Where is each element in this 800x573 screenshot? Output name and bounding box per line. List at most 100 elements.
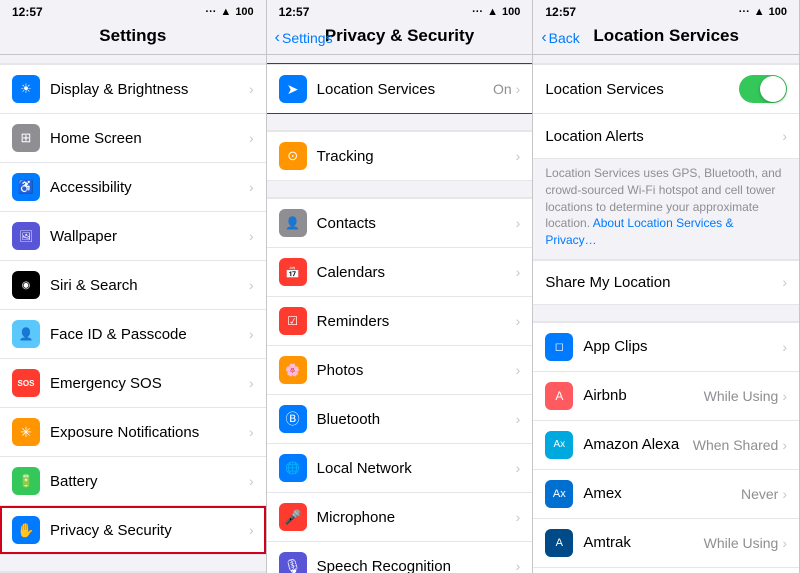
app-clips-label: App Clips bbox=[583, 338, 778, 355]
bluetooth-item[interactable]: Ⓑ Bluetooth › bbox=[267, 395, 533, 444]
settings-section-1: ☀ Display & Brightness › ⊞ Home Screen ›… bbox=[0, 63, 266, 555]
battery-icon-2: 100 bbox=[502, 6, 520, 18]
signal-dots-2: ··· bbox=[472, 6, 483, 18]
localnetwork-item[interactable]: 🌐 Local Network › bbox=[267, 444, 533, 493]
reminders-icon: ☑ bbox=[279, 307, 307, 335]
privacy-header: ‹ Settings Privacy & Security bbox=[267, 22, 533, 55]
wifi-icon: ▲ bbox=[220, 6, 231, 18]
appstore-loc-item[interactable]: A App Store Never › bbox=[533, 568, 799, 573]
permissions-section: 👤 Contacts › 📅 Calendars › ☑ Reminders ›… bbox=[267, 197, 533, 573]
settings-item-faceid[interactable]: 👤 Face ID & Passcode › bbox=[0, 310, 266, 359]
app-clips-icon: ◻ bbox=[545, 333, 573, 361]
display-icon: ☀ bbox=[12, 75, 40, 103]
location-alerts-item[interactable]: Location Alerts › bbox=[533, 114, 799, 158]
amex-item[interactable]: Ax Amex Never › bbox=[533, 470, 799, 519]
settings-item-homescreen[interactable]: ⊞ Home Screen › bbox=[0, 114, 266, 163]
settings-item-display[interactable]: ☀ Display & Brightness › bbox=[0, 64, 266, 114]
amtrak-label: Amtrak bbox=[583, 534, 703, 551]
wallpaper-label: Wallpaper bbox=[50, 228, 249, 245]
settings-title: Settings bbox=[12, 26, 254, 46]
settings-item-siri[interactable]: ◉ Siri & Search › bbox=[0, 261, 266, 310]
microphone-label: Microphone bbox=[317, 509, 516, 526]
exposure-label: Exposure Notifications bbox=[50, 424, 249, 441]
location-header: ‹ Back Location Services bbox=[533, 22, 799, 55]
reminders-item[interactable]: ☑ Reminders › bbox=[267, 297, 533, 346]
back-label: Settings bbox=[282, 30, 333, 46]
battery-icon-item: 🔋 bbox=[12, 467, 40, 495]
settings-item-accessibility[interactable]: ♿ Accessibility › bbox=[0, 163, 266, 212]
amtrak-item[interactable]: A Amtrak While Using › bbox=[533, 519, 799, 568]
amtrak-icon: A bbox=[545, 529, 573, 557]
location-description: Location Services uses GPS, Bluetooth, a… bbox=[533, 159, 799, 259]
wifi-icon-3: ▲ bbox=[754, 6, 765, 18]
app-clips-item[interactable]: ◻ App Clips › bbox=[533, 322, 799, 372]
siri-label: Siri & Search bbox=[50, 277, 249, 294]
location-toggle-section: Location Services Location Alerts › bbox=[533, 63, 799, 159]
amex-icon: Ax bbox=[545, 480, 573, 508]
battery-label: Battery bbox=[50, 473, 249, 490]
tracking-item[interactable]: ⊙ Tracking › bbox=[267, 131, 533, 180]
calendars-icon: 📅 bbox=[279, 258, 307, 286]
location-toggle-item[interactable]: Location Services bbox=[533, 64, 799, 114]
settings-item-emergency[interactable]: SOS Emergency SOS › bbox=[0, 359, 266, 408]
speechrec-item[interactable]: 🎙 Speech Recognition › bbox=[267, 542, 533, 573]
exposure-icon: ✳ bbox=[12, 418, 40, 446]
privacy-panel: 12:57 ··· ▲ 100 ‹ Settings Privacy & Sec… bbox=[267, 0, 534, 573]
status-icons-2: ··· ▲ 100 bbox=[472, 6, 520, 18]
privacy-calendars-item[interactable]: 📅 Calendars › bbox=[267, 248, 533, 297]
back-label-3: Back bbox=[549, 30, 580, 46]
apps-section: ◻ App Clips › A Airbnb While Using › Ax … bbox=[533, 321, 799, 573]
reminders-label: Reminders bbox=[317, 313, 516, 330]
settings-item-battery[interactable]: 🔋 Battery › bbox=[0, 457, 266, 506]
share-location-item[interactable]: Share My Location › bbox=[533, 260, 799, 304]
status-icons-3: ··· ▲ 100 bbox=[739, 6, 787, 18]
status-icons-1: ··· ▲ 100 bbox=[205, 6, 253, 18]
location-services-label: Location Services bbox=[317, 81, 493, 98]
location-toggle[interactable] bbox=[739, 75, 787, 103]
location-alerts-label: Location Alerts bbox=[545, 128, 782, 145]
share-location-section: Share My Location › bbox=[533, 259, 799, 305]
privacy-list: ➤ Location Services On › ⊙ Tracking › 👤 … bbox=[267, 55, 533, 573]
signal-dots-3: ··· bbox=[739, 6, 750, 18]
calendars-label: Calendars bbox=[317, 264, 516, 281]
location-back-button[interactable]: ‹ Back bbox=[541, 29, 579, 47]
tracking-icon: ⊙ bbox=[279, 142, 307, 170]
bluetooth-icon: Ⓑ bbox=[279, 405, 307, 433]
amazon-item[interactable]: Ax Amazon Alexa When Shared › bbox=[533, 421, 799, 470]
wifi-icon-2: ▲ bbox=[487, 6, 498, 18]
amazon-icon: Ax bbox=[545, 431, 573, 459]
bluetooth-label: Bluetooth bbox=[317, 411, 516, 428]
privacy-contacts-item[interactable]: 👤 Contacts › bbox=[267, 198, 533, 248]
microphone-icon: 🎤 bbox=[279, 503, 307, 531]
settings-list: ☀ Display & Brightness › ⊞ Home Screen ›… bbox=[0, 55, 266, 573]
settings-header: Settings bbox=[0, 22, 266, 55]
location-services-section: ➤ Location Services On › bbox=[267, 63, 533, 114]
homescreen-label: Home Screen bbox=[50, 130, 249, 147]
speechrec-icon: 🎙 bbox=[279, 552, 307, 573]
photos-item[interactable]: 🌸 Photos › bbox=[267, 346, 533, 395]
settings-panel: 12:57 ··· ▲ 100 Settings ☀ Display & Bri… bbox=[0, 0, 267, 573]
settings-item-exposure[interactable]: ✳ Exposure Notifications › bbox=[0, 408, 266, 457]
location-services-icon: ➤ bbox=[279, 75, 307, 103]
back-chevron: ‹ bbox=[275, 29, 280, 47]
status-bar-3: 12:57 ··· ▲ 100 bbox=[533, 0, 799, 22]
tracking-label: Tracking bbox=[317, 148, 516, 165]
accessibility-label: Accessibility bbox=[50, 179, 249, 196]
privacy-label: Privacy & Security bbox=[50, 522, 249, 539]
wallpaper-icon: 🖼 bbox=[12, 222, 40, 250]
settings-item-wallpaper[interactable]: 🖼 Wallpaper › bbox=[0, 212, 266, 261]
battery-icon-3: 100 bbox=[769, 6, 787, 18]
photos-label: Photos bbox=[317, 362, 516, 379]
airbnb-item[interactable]: A Airbnb While Using › bbox=[533, 372, 799, 421]
airbnb-icon: A bbox=[545, 382, 573, 410]
privacy-back-button[interactable]: ‹ Settings bbox=[275, 29, 333, 47]
emergency-icon: SOS bbox=[12, 369, 40, 397]
back-chevron-3: ‹ bbox=[541, 29, 546, 47]
amazon-label: Amazon Alexa bbox=[583, 436, 692, 453]
amex-label: Amex bbox=[583, 485, 741, 502]
privacy-contacts-label: Contacts bbox=[317, 215, 516, 232]
microphone-item[interactable]: 🎤 Microphone › bbox=[267, 493, 533, 542]
airbnb-label: Airbnb bbox=[583, 387, 703, 404]
location-services-item[interactable]: ➤ Location Services On › bbox=[267, 64, 533, 113]
settings-item-privacy[interactable]: ✋ Privacy & Security › bbox=[0, 506, 266, 554]
